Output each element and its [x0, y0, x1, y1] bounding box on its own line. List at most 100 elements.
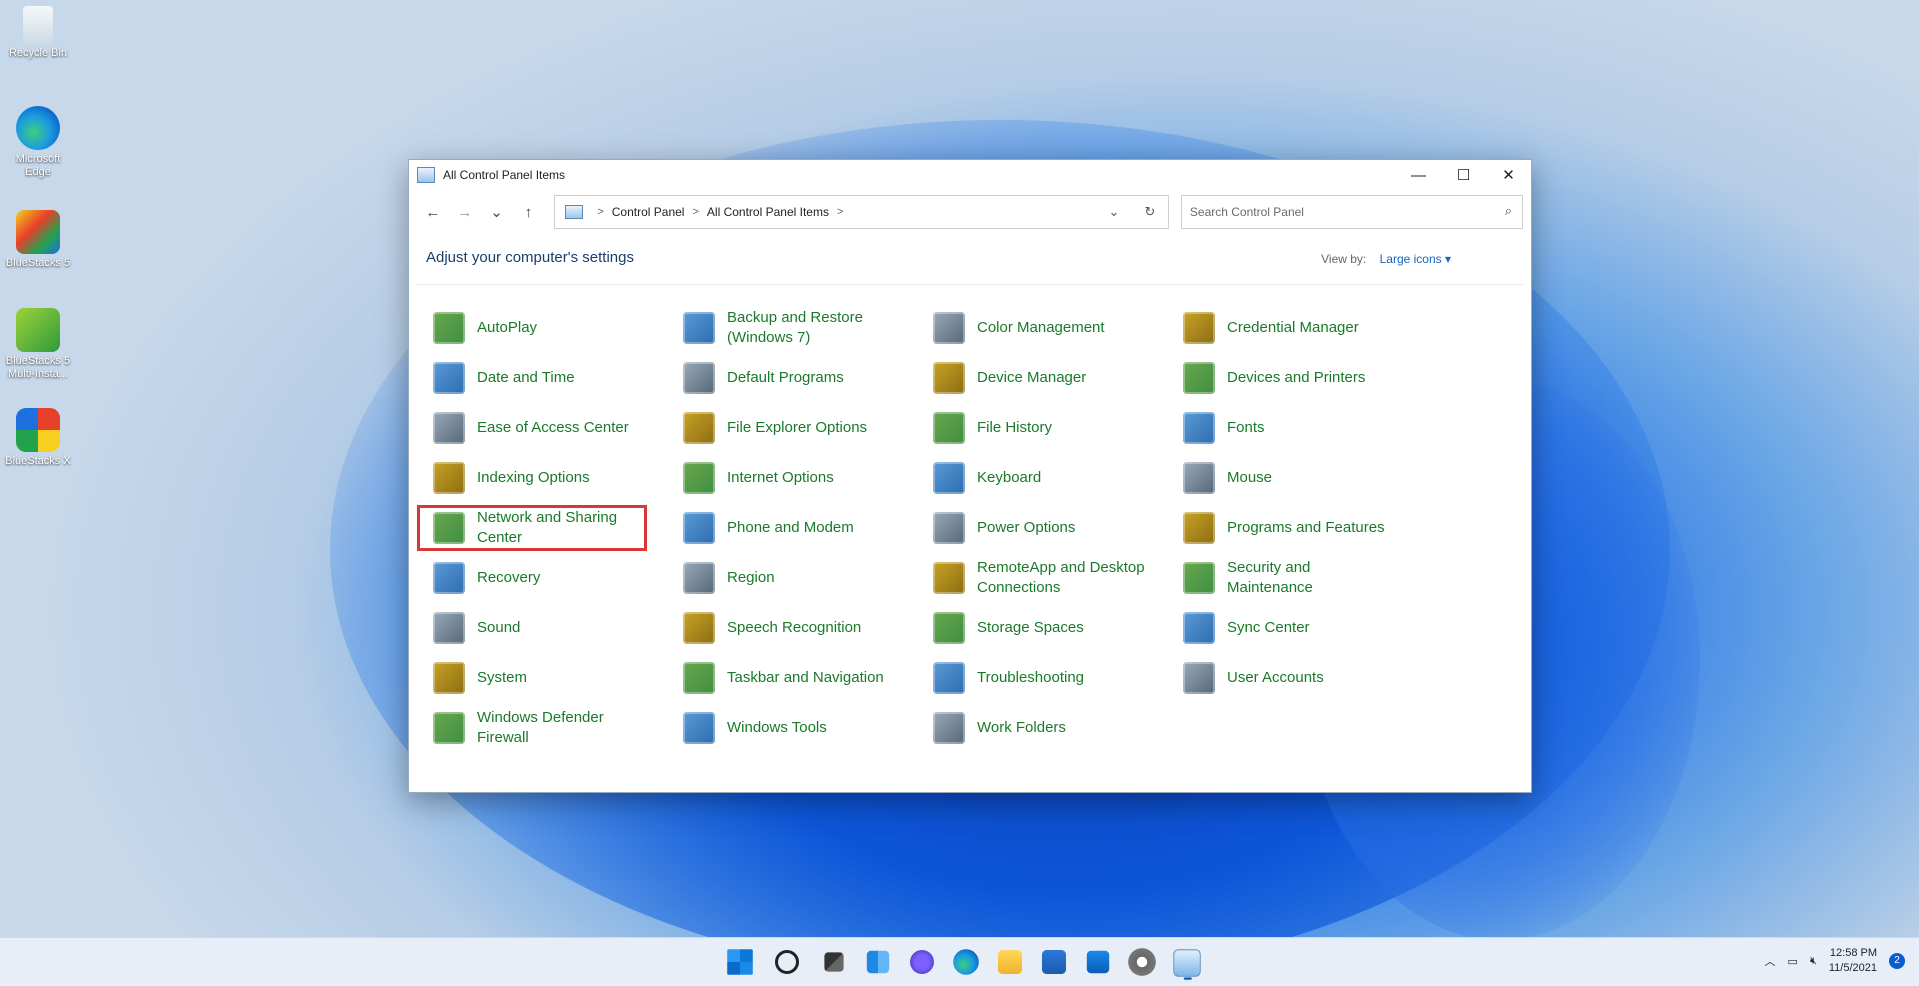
security-and-maintenance-icon — [1183, 562, 1215, 594]
window-title: All Control Panel Items — [443, 168, 566, 182]
cp-item-network-and-sharing-center[interactable]: Network and Sharing Center — [417, 505, 647, 551]
cp-item-credential-manager[interactable]: Credential Manager — [1167, 305, 1397, 351]
speech-recognition-icon — [683, 612, 715, 644]
chat-icon[interactable] — [910, 950, 934, 974]
cp-item-indexing-options[interactable]: Indexing Options — [417, 455, 647, 501]
up-button[interactable]: ↑ — [512, 196, 544, 228]
recycle-bin-icon — [23, 6, 53, 44]
desktop-icon-edge[interactable]: Microsoft Edge — [2, 106, 74, 179]
autoplay-icon — [433, 312, 465, 344]
breadcrumb-all-items[interactable]: All Control Panel Items — [707, 205, 829, 219]
cp-item-label: Keyboard — [977, 469, 1042, 486]
forward-button[interactable]: → — [449, 196, 481, 228]
cp-item-label: Windows Defender Firewall — [477, 709, 604, 746]
search-icon[interactable] — [775, 950, 799, 974]
notification-badge[interactable]: 2 — [1889, 953, 1905, 969]
desktop-icon-bluestacks-multi[interactable]: BlueStacks 5 Multi-Insta... — [2, 308, 74, 381]
cp-item-file-explorer-options[interactable]: File Explorer Options — [667, 405, 897, 451]
store-icon[interactable] — [1042, 950, 1066, 974]
cp-item-programs-and-features[interactable]: Programs and Features — [1167, 505, 1397, 551]
cp-item-label: User Accounts — [1227, 669, 1324, 686]
cp-item-label: Sound — [477, 619, 521, 636]
mouse-icon — [1183, 462, 1215, 494]
cp-item-ease-of-access-center[interactable]: Ease of Access Center — [417, 405, 647, 451]
cp-item-label: Credential Manager — [1227, 319, 1359, 336]
volume-muted-icon[interactable]: 🔇︎ — [1810, 955, 1817, 968]
cp-item-sound[interactable]: Sound — [417, 605, 647, 651]
recent-locations-button[interactable]: ⌄ — [481, 196, 513, 228]
cp-item-device-manager[interactable]: Device Manager — [917, 355, 1147, 401]
address-dropdown-icon[interactable]: ⌄ — [1096, 204, 1132, 220]
search-box[interactable]: ⌕ — [1180, 195, 1524, 229]
minimize-button[interactable]: — — [1396, 160, 1441, 190]
cp-item-storage-spaces[interactable]: Storage Spaces — [917, 605, 1147, 651]
cp-item-recovery[interactable]: Recovery — [417, 555, 647, 601]
cp-item-label: Backup and Restore (Windows 7) — [727, 309, 863, 346]
cp-item-troubleshooting[interactable]: Troubleshooting — [917, 655, 1147, 701]
clock[interactable]: 12:58 PM 11/5/2021 — [1829, 946, 1877, 976]
refresh-icon[interactable]: ↻ — [1132, 204, 1168, 220]
desktop-icon-bluestacks-x[interactable]: BlueStacks X — [2, 408, 74, 468]
cp-item-internet-options[interactable]: Internet Options — [667, 455, 897, 501]
desktop-icon-recycle-bin[interactable]: Recycle Bin — [2, 6, 74, 60]
control-panel-taskbar-icon[interactable] — [1173, 949, 1201, 980]
search-input[interactable] — [1181, 204, 1492, 220]
network-icon[interactable]: ▭ — [1788, 955, 1798, 968]
settings-icon[interactable] — [1126, 946, 1158, 978]
cp-item-default-programs[interactable]: Default Programs — [667, 355, 897, 401]
cp-item-label: Color Management — [977, 319, 1105, 336]
view-by-dropdown[interactable]: Large icons ▾ — [1380, 252, 1451, 266]
cp-item-autoplay[interactable]: AutoPlay — [417, 305, 647, 351]
cp-item-power-options[interactable]: Power Options — [917, 505, 1147, 551]
breadcrumb-control-panel[interactable]: Control Panel — [612, 205, 685, 219]
start-icon[interactable] — [727, 949, 753, 975]
show-hidden-icons-icon[interactable]: ︿ — [1765, 953, 1776, 969]
cp-item-mouse[interactable]: Mouse — [1167, 455, 1397, 501]
cp-item-security-and-maintenance[interactable]: Security and Maintenance — [1167, 555, 1397, 601]
storage-spaces-icon — [933, 612, 965, 644]
cp-item-label: Date and Time — [477, 369, 575, 386]
edge-icon[interactable] — [953, 949, 979, 975]
widgets-icon[interactable] — [866, 950, 890, 974]
cp-item-speech-recognition[interactable]: Speech Recognition — [667, 605, 897, 651]
cp-item-backup-and-restore-windows-7[interactable]: Backup and Restore (Windows 7) — [667, 305, 897, 351]
cp-item-taskbar-and-navigation[interactable]: Taskbar and Navigation — [667, 655, 897, 701]
file-explorer-icon[interactable] — [998, 950, 1022, 974]
cp-item-label: Taskbar and Navigation — [727, 669, 884, 686]
chevron-right-icon[interactable]: > — [692, 206, 698, 218]
cp-item-phone-and-modem[interactable]: Phone and Modem — [667, 505, 897, 551]
cp-item-user-accounts[interactable]: User Accounts — [1167, 655, 1397, 701]
maximize-button[interactable]: ☐ — [1441, 160, 1486, 190]
cp-item-sync-center[interactable]: Sync Center — [1167, 605, 1397, 651]
chevron-right-icon[interactable]: > — [597, 206, 603, 218]
task-view-icon[interactable] — [824, 952, 844, 972]
cp-item-windows-defender-firewall[interactable]: Windows Defender Firewall — [417, 705, 647, 751]
cp-item-label: Programs and Features — [1227, 519, 1385, 536]
title-bar[interactable]: All Control Panel Items — ☐ ✕ — [409, 160, 1531, 190]
cp-item-keyboard[interactable]: Keyboard — [917, 455, 1147, 501]
cp-item-system[interactable]: System — [417, 655, 647, 701]
cp-item-devices-and-printers[interactable]: Devices and Printers — [1167, 355, 1397, 401]
cp-item-label: Speech Recognition — [727, 619, 862, 636]
remoteapp-and-desktop-connections-icon — [933, 562, 965, 594]
cp-item-label: Storage Spaces — [977, 619, 1084, 636]
cp-item-color-management[interactable]: Color Management — [917, 305, 1147, 351]
cp-item-file-history[interactable]: File History — [917, 405, 1147, 451]
search-icon[interactable]: ⌕ — [1505, 203, 1512, 219]
cp-item-work-folders[interactable]: Work Folders — [917, 705, 1147, 751]
mail-icon[interactable] — [1086, 950, 1110, 974]
sound-icon — [433, 612, 465, 644]
cp-item-windows-tools[interactable]: Windows Tools — [667, 705, 897, 751]
power-options-icon — [933, 512, 965, 544]
cp-item-date-and-time[interactable]: Date and Time — [417, 355, 647, 401]
cp-item-label: Internet Options — [727, 469, 834, 486]
chevron-right-icon[interactable]: > — [837, 206, 843, 218]
address-bar[interactable]: > Control Panel > All Control Panel Item… — [554, 195, 1169, 229]
back-button[interactable]: ← — [417, 196, 449, 228]
cp-item-fonts[interactable]: Fonts — [1167, 405, 1397, 451]
cp-item-region[interactable]: Region — [667, 555, 897, 601]
desktop-icon-bluestacks5[interactable]: BlueStacks 5 — [2, 210, 74, 270]
keyboard-icon — [933, 462, 965, 494]
close-button[interactable]: ✕ — [1486, 160, 1531, 190]
cp-item-remoteapp-and-desktop-connections[interactable]: RemoteApp and Desktop Connections — [917, 555, 1147, 601]
